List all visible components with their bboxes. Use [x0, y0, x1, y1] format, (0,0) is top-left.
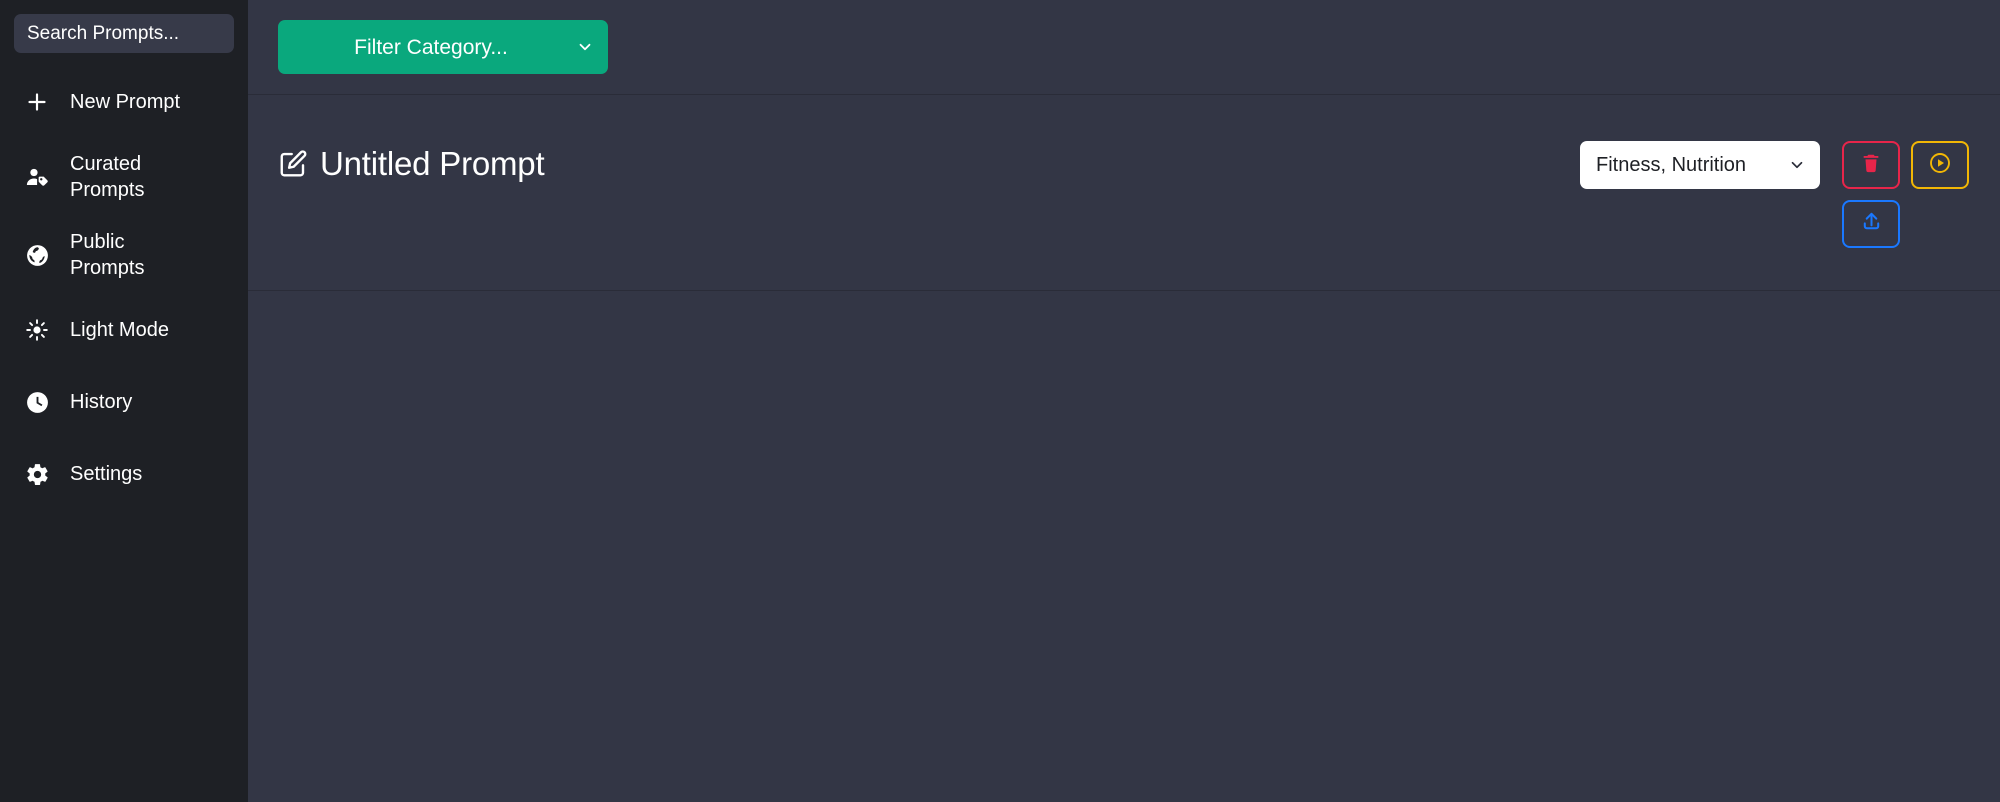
play-circle-icon	[1928, 151, 1952, 180]
prompt-category-dropdown[interactable]: Fitness, Nutrition	[1580, 141, 1820, 189]
sidebar-item-label: Light Mode	[70, 319, 169, 341]
clock-icon	[24, 390, 50, 415]
sidebar-item-label: Curated Prompts	[70, 153, 145, 201]
search-container	[0, 14, 248, 53]
run-prompt-button[interactable]	[1911, 141, 1969, 189]
main-content: Filter Category... Untitled Prompt Fitne…	[248, 0, 2000, 802]
sidebar-item-curated-prompts[interactable]: Curated Prompts	[0, 151, 248, 203]
sidebar-item-label: New Prompt	[70, 91, 181, 113]
filter-category-select[interactable]: Filter Category...	[278, 20, 608, 74]
delete-prompt-button[interactable]	[1842, 141, 1900, 189]
sidebar-nav: New Prompt Curated Prompts Public Prompt…	[0, 79, 248, 523]
edit-square-icon	[278, 149, 308, 179]
prompt-category-select[interactable]: Fitness, Nutrition	[1580, 141, 1820, 189]
plus-icon	[24, 90, 50, 114]
sidebar-item-light-mode[interactable]: Light Mode	[0, 307, 248, 353]
search-input[interactable]	[14, 14, 234, 53]
globe-icon	[24, 243, 50, 268]
prompt-title-block[interactable]: Untitled Prompt	[278, 145, 545, 183]
action-button-group	[1842, 141, 1970, 248]
prompt-header-actions: Fitness, Nutrition	[1580, 141, 1970, 248]
prompt-header: Untitled Prompt Fitness, Nutrition	[248, 95, 2000, 291]
gear-icon	[24, 462, 50, 487]
upload-icon	[1860, 210, 1883, 238]
prompt-content-area	[248, 291, 2000, 802]
sun-icon	[24, 318, 50, 342]
trash-icon	[1860, 152, 1882, 179]
user-tag-icon	[24, 165, 50, 190]
sidebar-item-label: Settings	[70, 463, 143, 485]
filter-category-dropdown[interactable]: Filter Category...	[278, 20, 608, 74]
app-root: New Prompt Curated Prompts	[0, 0, 2000, 802]
page-title: Untitled Prompt	[320, 145, 545, 182]
sidebar-item-label: History	[70, 391, 133, 413]
sidebar-item-history[interactable]: History	[0, 379, 248, 425]
sidebar-item-settings[interactable]: Settings	[0, 451, 248, 497]
sidebar-item-label: Public Prompts	[70, 231, 145, 279]
upload-prompt-button[interactable]	[1842, 200, 1900, 248]
sidebar-item-new-prompt[interactable]: New Prompt	[0, 79, 248, 125]
sidebar-item-public-prompts[interactable]: Public Prompts	[0, 229, 248, 281]
topbar: Filter Category...	[248, 0, 2000, 95]
sidebar: New Prompt Curated Prompts	[0, 0, 248, 802]
